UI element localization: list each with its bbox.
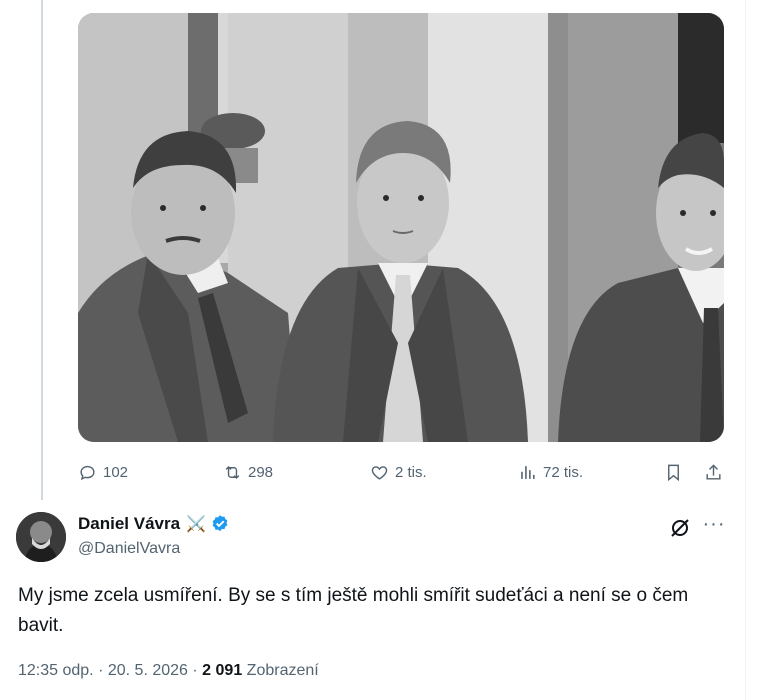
repost-count: 298 — [248, 463, 274, 481]
author-name-line: Daniel Vávra ⚔️ — [78, 514, 230, 534]
avatar-image — [16, 512, 66, 562]
reply-button[interactable]: 102 — [78, 458, 128, 486]
verified-badge-icon[interactable] — [210, 514, 230, 534]
grok-icon[interactable] — [668, 516, 692, 540]
reply-count: 102 — [103, 463, 129, 481]
bookmark-icon — [668, 464, 679, 481]
analytics-icon — [521, 465, 535, 479]
heart-icon — [371, 465, 388, 480]
post-meta: 12:35 odp. · 20. 5. 2026 · 2 091 Zobraze… — [18, 662, 319, 680]
post-date[interactable]: 20. 5. 2026 — [108, 662, 188, 679]
reply-icon — [80, 465, 95, 480]
views-label: Zobrazení — [246, 662, 319, 679]
more-options-button[interactable]: ··· — [701, 514, 727, 538]
views-total: 2 091 — [202, 662, 243, 679]
like-count: 2 tis. — [395, 463, 427, 481]
bookmark-button[interactable] — [664, 458, 687, 486]
meta-separator: · — [192, 662, 198, 679]
author-handle[interactable]: @DanielVavra — [78, 540, 180, 558]
thread-connector-line — [41, 0, 43, 500]
like-button[interactable]: 2 tis. — [370, 458, 427, 486]
repost-button[interactable]: 298 — [223, 458, 273, 486]
post-time[interactable]: 12:35 odp. — [18, 662, 94, 679]
tweet-text: My jsme zcela usmíření. By se s tím ješt… — [18, 585, 689, 636]
column-border — [745, 0, 746, 700]
views-button[interactable]: 72 tis. — [518, 458, 583, 486]
name-emoji: ⚔️ — [186, 516, 206, 533]
post-author-header: Daniel Vávra ⚔️ @DanielVavra ··· — [16, 512, 736, 564]
photo-image — [78, 13, 724, 442]
share-icon — [706, 463, 721, 480]
avatar[interactable] — [16, 512, 66, 562]
repost-icon — [225, 465, 240, 479]
author-name[interactable]: Daniel Vávra — [78, 514, 180, 534]
meta-separator: · — [98, 662, 104, 679]
post-action-bar: 102 298 2 tis. 72 tis. — [78, 458, 724, 486]
post-photo[interactable] — [78, 13, 724, 442]
views-count: 72 tis. — [543, 463, 584, 481]
share-button[interactable] — [704, 458, 727, 486]
